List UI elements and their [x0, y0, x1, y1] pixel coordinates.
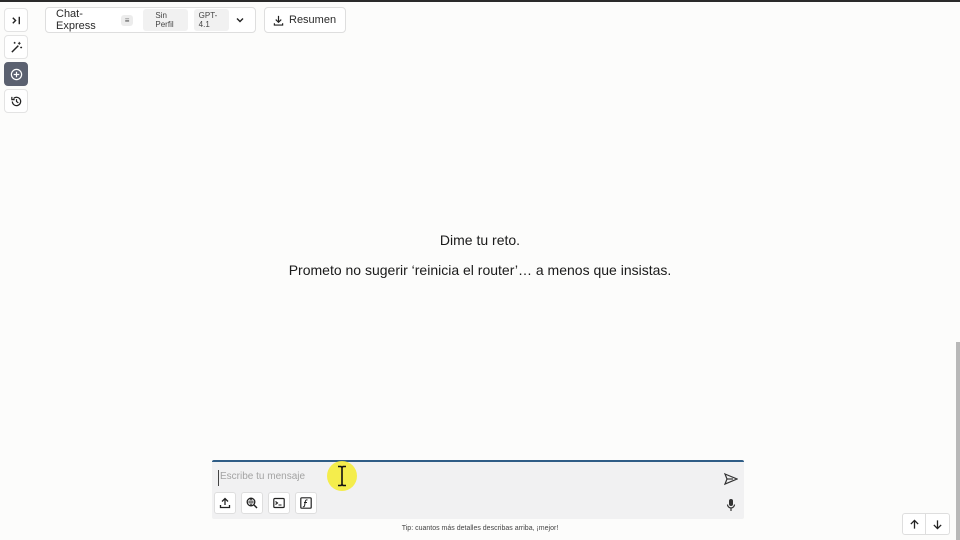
- download-icon: [273, 15, 284, 26]
- send-icon[interactable]: [724, 472, 738, 486]
- history-button[interactable]: [4, 89, 28, 113]
- model-pill: GPT-4.1: [193, 9, 229, 31]
- text-cursor-icon: [338, 465, 346, 487]
- message-composer: Escribe tu mensaje: [212, 460, 744, 519]
- upload-icon: [219, 497, 231, 509]
- history-icon: [10, 96, 21, 106]
- microphone-icon[interactable]: [726, 498, 736, 512]
- upload-button[interactable]: [214, 492, 236, 514]
- prompt-wizard-button[interactable]: [4, 35, 28, 59]
- function-icon: [300, 497, 312, 509]
- terminal-icon: [273, 497, 285, 509]
- new-chat-plus-icon: [10, 68, 22, 80]
- footer-tip: Tip: cuantos más detalles describas arri…: [401, 525, 559, 532]
- assistant-name: Chat-Express: [56, 8, 96, 32]
- profile-pill[interactable]: Sin Perfil: [143, 9, 188, 31]
- web-search-icon: [246, 497, 258, 509]
- function-button[interactable]: [295, 492, 317, 514]
- summary-label: Resumen: [289, 14, 337, 26]
- greeting-title: Dime tu reto.: [439, 232, 521, 248]
- scroll-down-button[interactable]: [926, 513, 950, 535]
- message-input[interactable]: Escribe tu mensaje: [218, 470, 698, 486]
- chevron-down-icon[interactable]: [235, 15, 245, 25]
- arrow-down-icon: [933, 519, 942, 530]
- expand-sidebar-button[interactable]: [4, 8, 28, 32]
- composer-tools: [214, 492, 317, 514]
- magic-wand-icon: [10, 41, 22, 53]
- model-selector[interactable]: Chat-Express ≡ Sin Perfil GPT-4.1: [45, 7, 256, 33]
- menu-badge: ≡: [120, 14, 134, 26]
- left-sidebar: [4, 8, 28, 113]
- scroll-controls: [902, 513, 950, 535]
- expand-panel-icon: [11, 16, 20, 24]
- greeting-subtitle: Prometo no sugerir ‘reinicia el router’……: [288, 262, 672, 278]
- web-search-button[interactable]: [241, 492, 263, 514]
- top-bar: Chat-Express ≡ Sin Perfil GPT-4.1 Resume…: [45, 7, 347, 33]
- page-scrollbar[interactable]: [956, 342, 960, 540]
- terminal-button[interactable]: [268, 492, 290, 514]
- welcome-message: Dime tu reto. Prometo no sugerir ‘reinic…: [0, 232, 960, 278]
- summary-button[interactable]: Resumen: [264, 7, 347, 33]
- arrow-up-icon: [909, 518, 919, 529]
- new-chat-button[interactable]: [4, 62, 28, 86]
- scroll-up-button[interactable]: [902, 513, 926, 535]
